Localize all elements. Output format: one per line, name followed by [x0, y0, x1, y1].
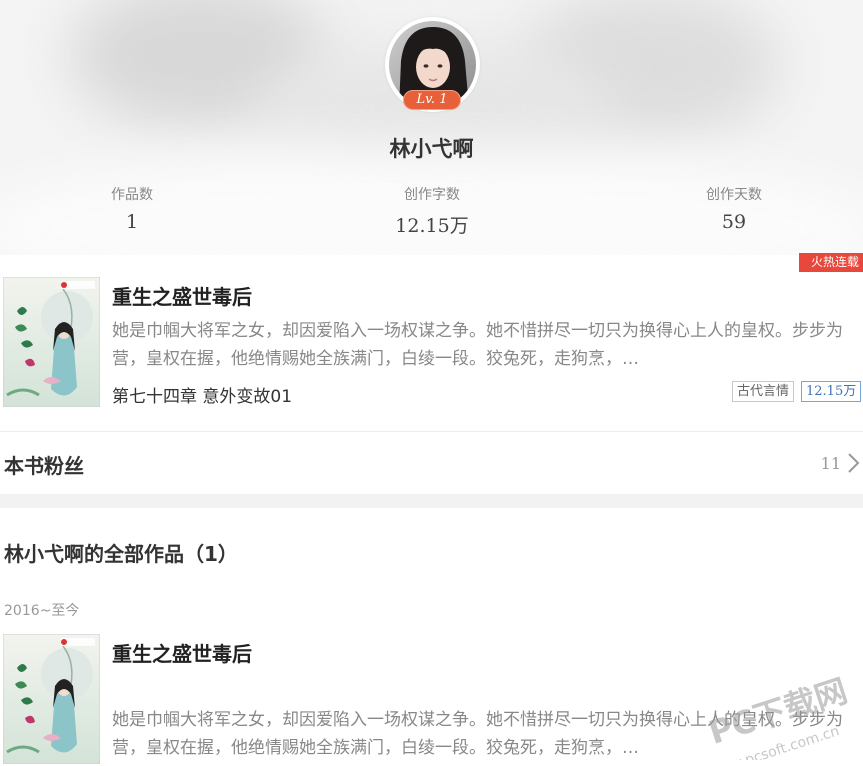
author-name: 林小弋啊 [389, 137, 474, 161]
stat-value-words: 12.15万 [395, 215, 469, 237]
stat-value-works: 1 [125, 211, 139, 233]
stat-label-works: 作品数 [111, 187, 153, 203]
fans-count: 11 [820, 454, 841, 473]
works-period: 2016~至今 [4, 603, 80, 619]
book-fans-row[interactable]: 本书粉丝 11 [0, 432, 863, 494]
featured-book-card[interactable]: 重生之盛世毒后 她是巾帼大将军之女，却因爱陷入一场权谋之争。她不惜拼尽一切只为换… [0, 255, 863, 431]
stat-label-words: 创作字数 [404, 187, 460, 203]
genre-tag: 古代言情 [732, 381, 795, 402]
stat-value-days: 59 [721, 211, 747, 233]
latest-chapter-link[interactable]: 第七十四章 意外变故01 [112, 382, 292, 407]
book-title[interactable]: 重生之盛世毒后 [112, 281, 252, 310]
book-description: 她是巾帼大将军之女，却因爱陷入一场权谋之争。她不惜拼尽一切只为换得心上人的皇权。… [112, 321, 843, 369]
section-separator [0, 494, 863, 508]
works-list-item[interactable]: 重生之盛世毒后 她是巾帼大将军之女，却因爱陷入一场权谋之争。她不惜拼尽一切只为换… [0, 620, 863, 766]
level-badge: Lv. 1 [403, 90, 461, 110]
book-title[interactable]: 重生之盛世毒后 [112, 638, 252, 667]
stat-label-days: 创作天数 [706, 187, 762, 203]
book-cover-image [3, 277, 100, 407]
book-description: 她是巾帼大将军之女，却因爱陷入一场权谋之争。她不惜拼尽一切只为换得心上人的皇权。… [112, 710, 843, 758]
all-works-title: 林小弋啊的全部作品（1） [4, 542, 238, 566]
fans-label: 本书粉丝 [4, 454, 84, 478]
book-cover-image [3, 634, 100, 764]
word-count-tag: 12.15万 [801, 381, 862, 402]
profile-header: Lv. 1 林小弋啊 作品数 1 创作字数 12.15万 创作天数 59 [0, 0, 863, 255]
chevron-right-icon [848, 453, 860, 473]
